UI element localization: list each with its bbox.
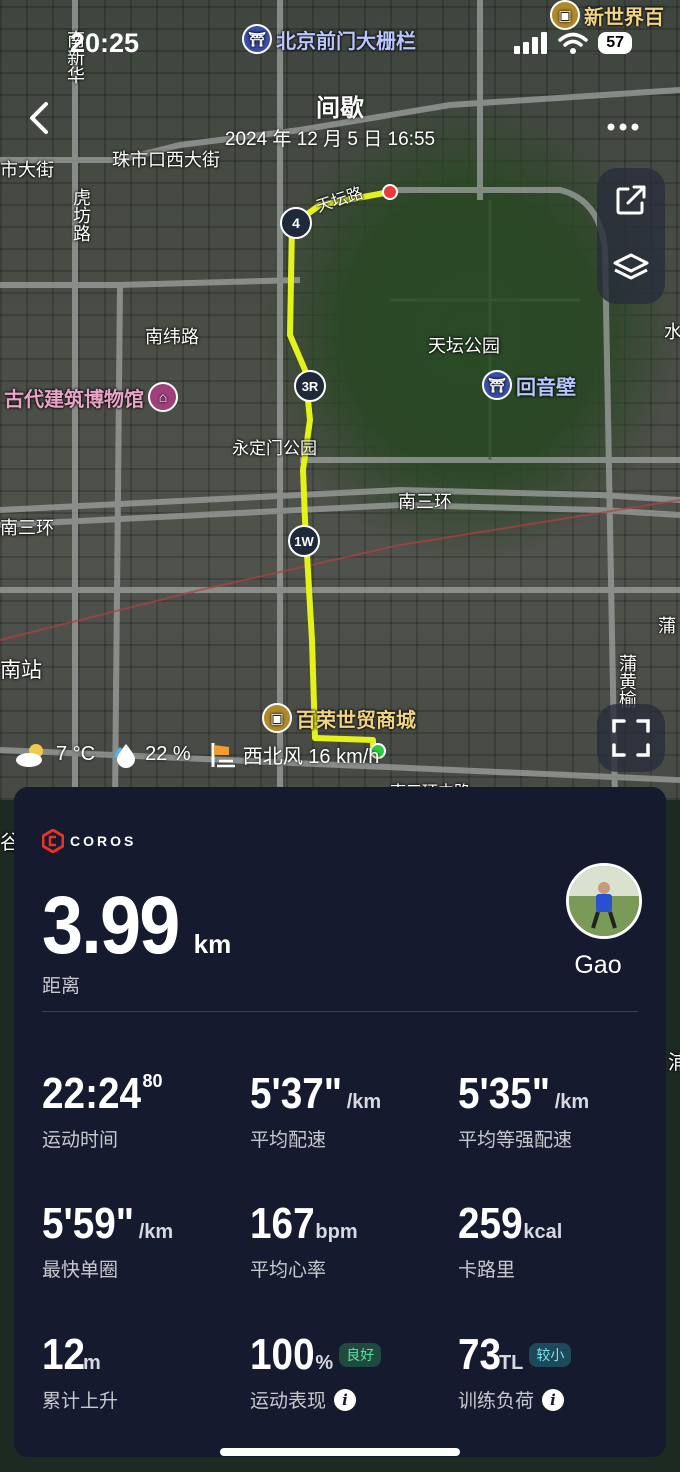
more-dots-icon (607, 123, 639, 131)
user-name: Gao (574, 951, 622, 979)
temperature-value: 7 °C (56, 743, 96, 765)
status-time: 20:25 (70, 28, 140, 58)
cellular-signal-icon (514, 32, 548, 54)
metric-calories: 259 kcal 卡路里 (458, 1199, 563, 1281)
training-load-badge: 较小 (529, 1343, 572, 1367)
metric-training-load: 73 TL 较小 训练负荷 i (458, 1330, 658, 1413)
fullscreen-button[interactable] (597, 704, 665, 772)
avatar[interactable] (566, 863, 642, 939)
road-label-nansanhuan: 南三环 (398, 492, 452, 512)
user-photo (569, 866, 639, 936)
humidity-icon (114, 743, 136, 768)
distance-value: 3.99 km (42, 879, 231, 973)
map-edge-label-right: 浦 (668, 1052, 680, 1074)
distance-label: 距离 (42, 976, 81, 997)
landmark-icon: ⛩ (482, 370, 512, 400)
poi-yongdingmen: 永定门公园 (232, 439, 317, 458)
status-icons: 57 (514, 32, 632, 54)
weather-bar: 7 °C 22 % 西北风 16 km/h (14, 740, 389, 769)
road-label-nanwei: 南纬路 (145, 327, 199, 347)
home-indicator[interactable] (220, 1448, 460, 1456)
share-icon (616, 185, 646, 214)
metric-avg-pace: 5'37"/km 平均配速 (250, 1069, 382, 1151)
map-layers-button[interactable] (613, 251, 649, 290)
road-label-edge-right: 水 (664, 322, 680, 342)
brand-name: COROS (70, 833, 137, 849)
brand-logo: COROS (42, 829, 136, 853)
metric-performance: 100 % 良好 运动表现 i (250, 1330, 450, 1413)
shopping-icon: ▣ (262, 703, 292, 733)
road-label-puhuang: 蒲黄榆 (617, 654, 637, 708)
more-options-button[interactable] (606, 108, 640, 139)
road-label-hufang: 虎坊路 (71, 188, 91, 242)
divider (42, 1011, 638, 1012)
wind-icon (211, 742, 235, 767)
coros-logo-icon (42, 829, 64, 853)
metric-avg-heart-rate: 167 bpm 平均心率 (250, 1199, 358, 1281)
shopping-icon: ▣ (550, 0, 580, 30)
fullscreen-icon (612, 719, 650, 757)
route-marker-4[interactable]: 4 (280, 207, 312, 239)
distance-unit: km (193, 929, 232, 959)
activity-datetime: 2024 年 12 月 5 日 16:55 (224, 129, 436, 150)
poi-gudai[interactable]: 古代建筑博物馆 ⌂ (4, 382, 178, 412)
metric-fastest-lap: 5'59"/km 最快单圈 (42, 1199, 174, 1281)
route-line (287, 189, 393, 753)
poi-tiantan: 天坛公园 (428, 336, 500, 356)
road-label-nansanhuan-left: 南三环 (0, 518, 54, 538)
wind-value: 西北风 16 km/h (242, 746, 380, 768)
metric-duration: 22:24 80 运动时间 (42, 1069, 163, 1151)
route-end-dot (382, 184, 398, 200)
metric-elevation-gain: 12 m 累计上升 (42, 1330, 119, 1412)
info-icon[interactable]: i (334, 1388, 357, 1411)
poi-bairong[interactable]: ▣ 百荣世贸商城 (262, 703, 416, 733)
poi-nanzhan: 南站 (0, 659, 42, 682)
performance-badge: 良好 (339, 1343, 382, 1367)
poi-beijing-qianmen[interactable]: ⛩ 北京前门大栅栏 (242, 24, 416, 54)
layers-icon (613, 253, 649, 279)
poi-huiyinbi[interactable]: ⛩ 回音壁 (482, 370, 576, 400)
museum-icon: ⌂ (148, 382, 178, 412)
wifi-icon (558, 32, 588, 54)
page-title: 间歇 (316, 95, 364, 122)
landmark-icon: ⛩ (242, 24, 272, 54)
distance-number: 3.99 (42, 880, 180, 971)
poi-xinshijie[interactable]: ▣ 新世界百 (550, 0, 664, 30)
route-marker-3r[interactable]: 3R (294, 370, 326, 402)
share-button[interactable] (614, 183, 648, 222)
map-tools-panel (597, 168, 665, 304)
road-label-shidajie: 市大街 (0, 160, 54, 180)
battery-indicator: 57 (598, 32, 632, 54)
metric-avg-grade-adjusted-pace: 5'35"/km 平均等强配速 (458, 1069, 590, 1151)
humidity-value: 22 % (145, 743, 191, 765)
partly-cloudy-icon (16, 743, 43, 767)
road-label-pu: 蒲 (658, 616, 676, 636)
info-icon[interactable]: i (542, 1388, 565, 1411)
route-marker-1w[interactable]: 1W (288, 525, 320, 557)
activity-summary-card: COROS 3.99 km 距离 Gao 22:24 80 运动时间 5'37" /… (14, 787, 666, 1457)
